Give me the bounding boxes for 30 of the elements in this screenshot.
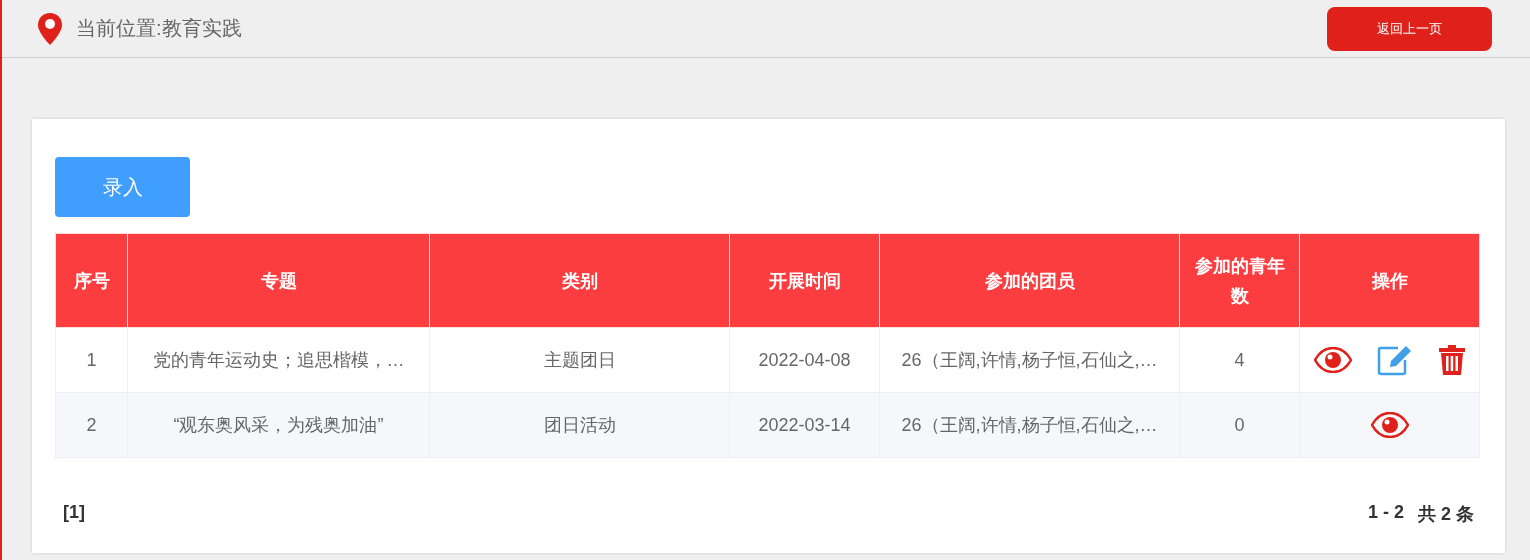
column-header: 专题 bbox=[127, 233, 430, 328]
table-cell: 2022-04-08 bbox=[729, 327, 880, 393]
table-cell: 2 bbox=[55, 392, 128, 458]
table-cell: 团日活动 bbox=[429, 392, 730, 458]
table-cell: 1 bbox=[55, 327, 128, 393]
edit-icon[interactable] bbox=[1375, 344, 1414, 376]
column-header: 操作 bbox=[1299, 233, 1480, 328]
table-cell: 26（王阔,许情,杨子恒,石仙之,… bbox=[879, 327, 1180, 393]
location-pin-icon bbox=[38, 12, 62, 45]
column-header: 开展时间 bbox=[729, 233, 880, 328]
total-count: 共 2 条 bbox=[1418, 503, 1474, 526]
table-cell: 2022-03-14 bbox=[729, 392, 880, 458]
column-header: 参加的团员 bbox=[879, 233, 1180, 328]
table-cell: 4 bbox=[1179, 327, 1300, 393]
range-text: 1 - 2 bbox=[1367, 502, 1404, 524]
trash-icon[interactable] bbox=[1437, 344, 1466, 376]
column-header: 类别 bbox=[429, 233, 730, 328]
back-button[interactable]: 返回上一页 bbox=[1327, 6, 1492, 51]
table-cell: 党的青年运动史；追思楷模，… bbox=[127, 327, 430, 393]
eye-icon[interactable] bbox=[1313, 347, 1352, 373]
breadcrumb: 当前位置:教育实践 bbox=[76, 16, 243, 41]
eye-icon[interactable] bbox=[1370, 412, 1409, 438]
table-cell: 26（王阔,许情,杨子恒,石仙之,… bbox=[879, 392, 1180, 458]
add-button[interactable]: 录入 bbox=[55, 157, 190, 217]
table-cell: “观东奥风采，为残奥加油” bbox=[127, 392, 430, 458]
table-cell: 0 bbox=[1179, 392, 1300, 458]
column-header: 序号 bbox=[55, 233, 128, 328]
column-header: 参加的青年数 bbox=[1179, 233, 1300, 328]
table-cell: 主题团日 bbox=[429, 327, 730, 393]
page-number[interactable]: [1] bbox=[63, 502, 85, 526]
